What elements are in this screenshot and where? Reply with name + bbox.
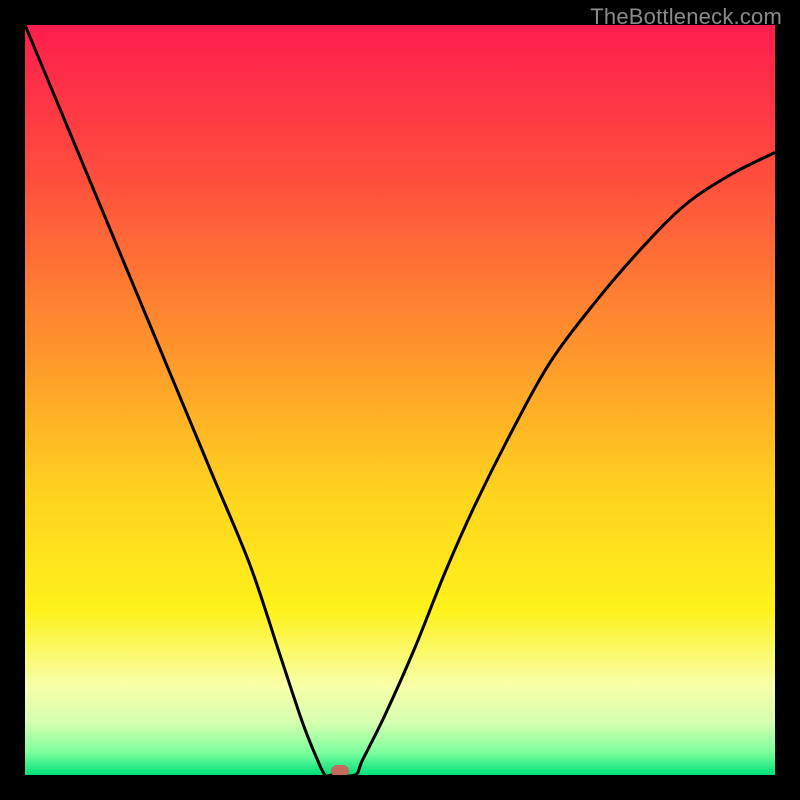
curve-layer (25, 25, 775, 775)
optimum-marker (331, 765, 349, 775)
outer-frame: TheBottleneck.com (0, 0, 800, 800)
watermark-text: TheBottleneck.com (590, 4, 782, 30)
bottleneck-curve (25, 25, 775, 775)
plot-area (25, 25, 775, 775)
